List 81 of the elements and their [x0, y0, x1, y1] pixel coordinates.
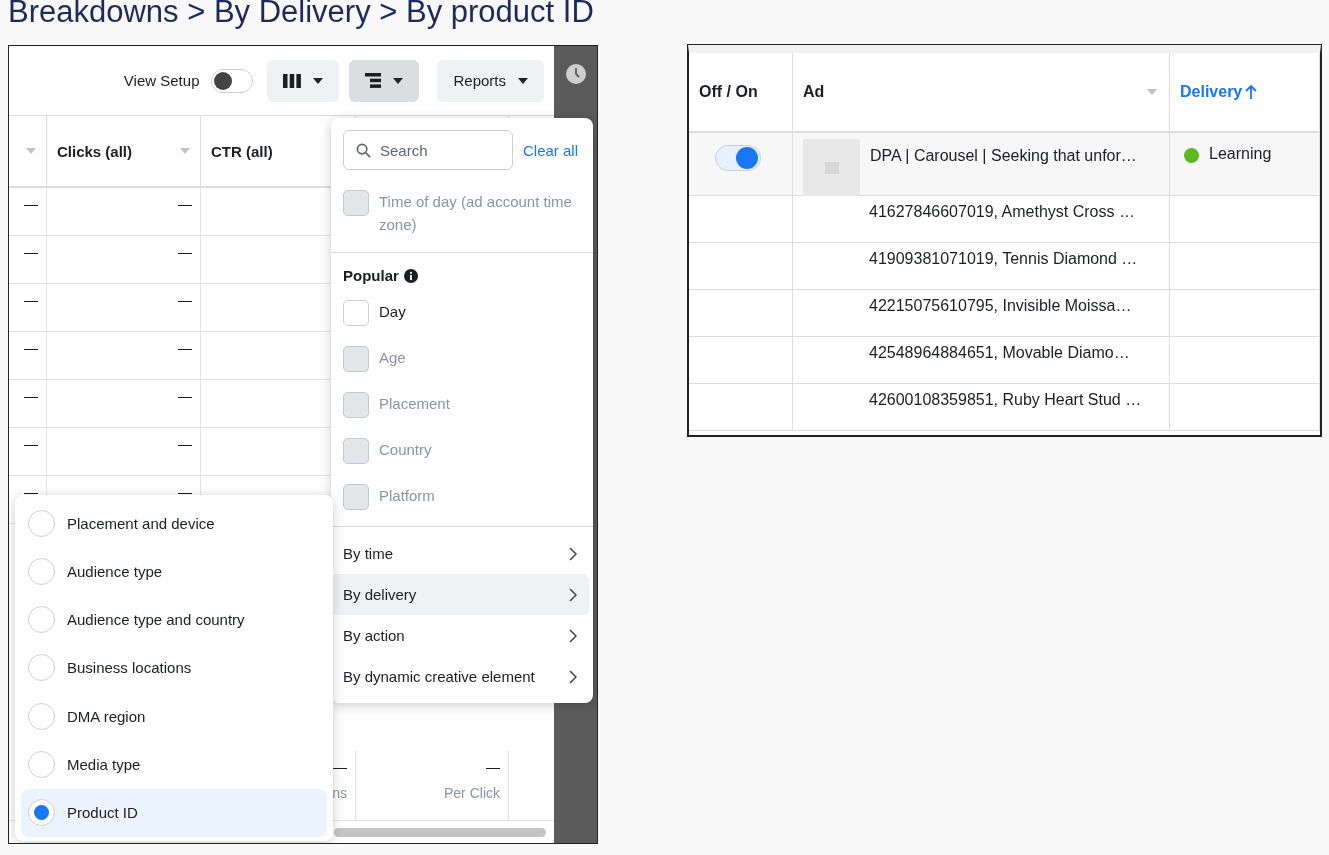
page-title: Breakdowns > By Delivery > By product ID	[8, 0, 595, 31]
menu-item[interactable]: By action	[331, 615, 589, 656]
table-cell: —	[178, 340, 192, 356]
radio-button[interactable]	[28, 509, 55, 537]
search-field[interactable]: Search	[343, 130, 513, 170]
sort-caret-icon	[180, 148, 190, 154]
table-cell: —	[486, 759, 500, 775]
table-cell: —	[24, 436, 38, 452]
radio-button[interactable]	[28, 606, 55, 634]
caret-icon	[313, 77, 324, 84]
sort-up-arrow-icon	[1245, 84, 1258, 100]
column-title: Delivery	[1180, 83, 1243, 101]
radio-button[interactable]	[28, 654, 55, 682]
info-icon[interactable]	[403, 268, 418, 283]
menu-item[interactable]: By dynamic creative element	[331, 656, 589, 697]
radio-button[interactable]	[28, 751, 55, 779]
product-name: 42548964884651, Movable Diamo…	[869, 344, 1130, 362]
column-title: Clicks (all)	[57, 142, 133, 160]
radio-option[interactable]: DMA region	[21, 692, 327, 741]
ad-name[interactable]: DPA | Carousel | Seeking that unfor…	[870, 147, 1137, 165]
menu-item[interactable]: By delivery	[331, 574, 589, 615]
product-name: 41627846607019, Amethyst Cross …	[869, 203, 1135, 221]
radio-button[interactable]	[28, 799, 55, 827]
section-title: Popular	[343, 267, 399, 284]
table-cell: —	[24, 388, 38, 404]
sort-caret-icon	[26, 148, 36, 154]
table-cell: —	[333, 759, 347, 775]
radio-option[interactable]: Audience type and country	[21, 595, 327, 644]
column-header[interactable]: Off / On	[689, 53, 793, 131]
table-cell: —	[178, 292, 192, 308]
column-title: Off / On	[699, 83, 758, 101]
radio-button[interactable]	[28, 557, 55, 585]
table-cell: —	[178, 196, 192, 212]
breakdown-icon	[365, 73, 382, 88]
delivery-status: Learning	[1209, 145, 1272, 163]
table-cell: —	[24, 292, 38, 308]
chevron-right-icon	[569, 669, 577, 684]
breakdown-button[interactable]	[349, 59, 420, 102]
table-cell: —	[178, 244, 192, 260]
radio-option[interactable]: Placement and device	[21, 499, 327, 548]
column-header[interactable]: Delivery	[1170, 53, 1320, 131]
table-cell: —	[178, 484, 192, 500]
column-header[interactable]: Clicks (all)	[47, 116, 201, 186]
table-cell: —	[24, 340, 38, 356]
scrollbar[interactable]	[334, 827, 546, 837]
clear-all-link[interactable]: Clear all	[523, 141, 579, 159]
radio-option[interactable]: Media type	[21, 740, 327, 789]
table-cell: —	[24, 244, 38, 260]
cell-caption: ns	[332, 785, 347, 801]
checkbox[interactable]	[343, 300, 369, 326]
view-setup-label: View Setup	[123, 72, 200, 89]
radio-option[interactable]: Business locations	[21, 643, 327, 693]
caret-icon	[518, 77, 528, 84]
product-name: 41909381071019, Tennis Diamond …	[869, 250, 1138, 268]
chevron-right-icon	[569, 546, 577, 561]
caret-icon	[393, 77, 404, 84]
clock-icon[interactable]	[565, 64, 586, 84]
menu-item[interactable]: By time	[331, 533, 589, 574]
checkbox-option[interactable]: Day	[331, 290, 593, 336]
reports-button[interactable]: Reports	[437, 59, 544, 102]
chevron-right-icon	[569, 628, 577, 643]
ad-toggle[interactable]	[715, 145, 761, 171]
columns-button[interactable]	[267, 59, 340, 102]
table-cell: —	[178, 436, 192, 452]
cell-caption: Per Click	[444, 785, 500, 801]
table-cell: —	[24, 196, 38, 212]
radio-option[interactable]: Audience type	[21, 547, 327, 596]
radio-option[interactable]: Product ID	[21, 788, 327, 837]
chevron-right-icon	[569, 587, 577, 602]
column-header[interactable]: Ad	[793, 53, 1170, 131]
table-cell: —	[178, 388, 192, 404]
product-name: 42215075610795, Invisible Moissa…	[869, 297, 1132, 315]
table-cell: —	[24, 484, 38, 500]
product-name: 42600108359851, Ruby Heart Stud …	[869, 391, 1142, 409]
sort-caret-icon	[1147, 89, 1157, 95]
search-icon	[356, 143, 371, 158]
view-setup-toggle[interactable]	[211, 68, 254, 93]
column-title: Ad	[803, 83, 825, 101]
columns-icon	[283, 73, 302, 88]
radio-button[interactable]	[28, 702, 55, 730]
column-title: CTR (all)	[211, 142, 273, 160]
